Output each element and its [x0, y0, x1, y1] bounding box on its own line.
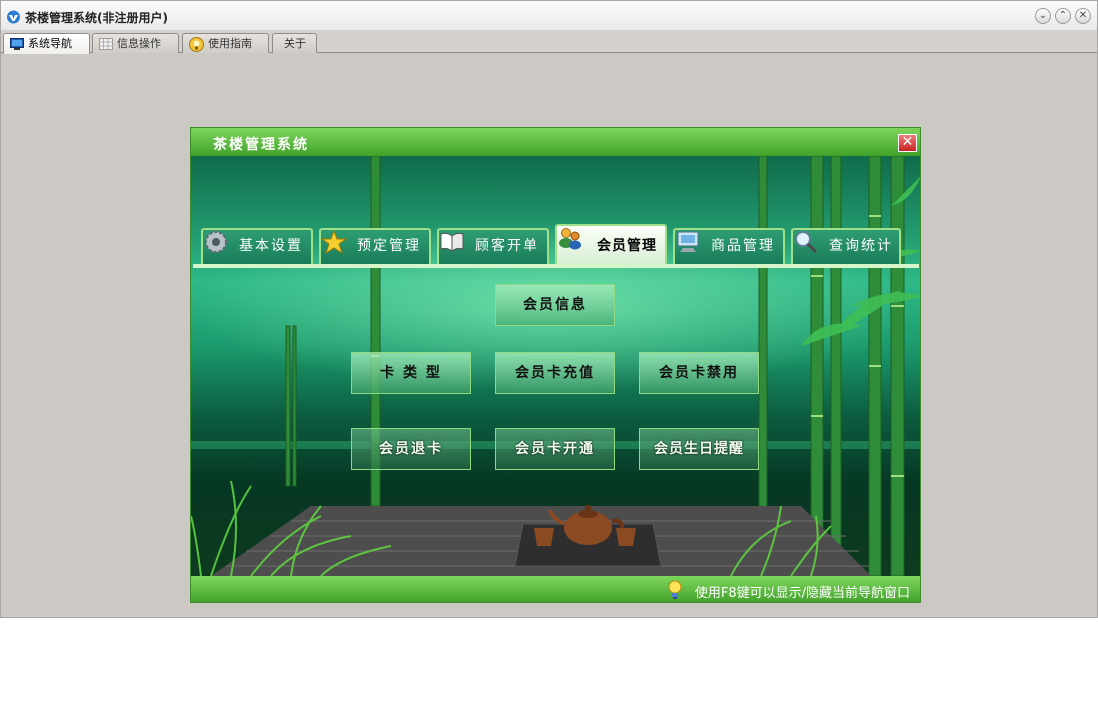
tab-underline: [193, 264, 919, 268]
bamboo-background: 基本设置 预定管理 顾客开单 会员管理 商品管理 查询统计 会员信息 卡 类 型…: [191, 156, 920, 576]
gear-icon: [205, 231, 227, 253]
close-button[interactable]: ✕: [1075, 8, 1091, 24]
title-bar: 茶楼管理系统(非注册用户) ⌄ ⌃ ✕: [1, 1, 1097, 31]
tab-label: 基本设置: [239, 238, 303, 254]
members-icon: [559, 228, 581, 250]
nav-window-title: 茶楼管理系统: [213, 137, 309, 153]
tab-basic-settings[interactable]: 基本设置: [201, 228, 313, 264]
tab-label: 会员管理: [597, 238, 657, 254]
nav-close-button[interactable]: ✕: [898, 134, 917, 152]
monitor-icon: [10, 38, 24, 50]
tab-label: 信息操作: [117, 37, 161, 50]
nav-status-bar: 使用F8键可以显示/隐藏当前导航窗口: [191, 576, 920, 602]
tab-member-mgmt[interactable]: 会员管理: [555, 224, 667, 264]
tab-label: 顾客开单: [475, 238, 539, 254]
card-type-button[interactable]: 卡 类 型: [351, 352, 471, 394]
app-logo-icon: [7, 10, 20, 24]
card-disable-button[interactable]: 会员卡禁用: [639, 352, 759, 394]
birthday-reminder-button[interactable]: 会员生日提醒: [639, 428, 759, 470]
book-icon: [440, 232, 464, 253]
tab-customer-order[interactable]: 顾客开单: [437, 228, 549, 264]
lightbulb-icon: [189, 36, 204, 52]
member-card-return-button[interactable]: 会员退卡: [351, 428, 471, 470]
tab-about[interactable]: 关于: [272, 33, 317, 53]
card-activate-button[interactable]: 会员卡开通: [495, 428, 615, 470]
tab-label: 查询统计: [829, 238, 893, 254]
chevron-up-icon: ⌃: [1058, 10, 1068, 21]
tab-label: 使用指南: [208, 37, 252, 50]
tab-system-nav[interactable]: 系统导航: [3, 33, 90, 54]
minimize-button[interactable]: ⌄: [1035, 8, 1051, 24]
magnifier-icon: [795, 231, 818, 254]
tab-query-stats[interactable]: 查询统计: [791, 228, 901, 264]
tab-info-ops[interactable]: 信息操作: [92, 33, 179, 53]
chevron-down-icon: ⌄: [1038, 10, 1048, 21]
tab-label: 预定管理: [357, 238, 421, 254]
member-info-button[interactable]: 会员信息: [495, 284, 615, 326]
tab-label: 系统导航: [28, 37, 72, 50]
star-icon: [321, 230, 347, 254]
tab-label: 关于: [284, 37, 306, 50]
computer-icon: [677, 231, 699, 252]
tab-label: 商品管理: [711, 238, 775, 254]
close-icon: ✕: [901, 134, 914, 150]
close-icon: ✕: [1078, 10, 1088, 21]
window-title: 茶楼管理系统(非注册用户): [25, 11, 168, 25]
navigation-window: 茶楼管理系统 ✕ 基本设置 预定管理 顾客开单 会员管理 商品管理 查询统计 会…: [190, 127, 921, 603]
app-window: 茶楼管理系统(非注册用户) ⌄ ⌃ ✕ 系统导航 信息操作 使用指南 关于 茶楼…: [0, 0, 1098, 618]
lightbulb-icon: [668, 580, 682, 599]
restore-button[interactable]: ⌃: [1055, 8, 1071, 24]
tab-reservation-mgmt[interactable]: 预定管理: [319, 228, 431, 264]
top-tab-strip: 系统导航 信息操作 使用指南 关于: [1, 31, 1097, 54]
card-recharge-button[interactable]: 会员卡充值: [495, 352, 615, 394]
tab-user-guide[interactable]: 使用指南: [182, 33, 269, 53]
grid-icon: [99, 38, 113, 50]
f8-hint-text: 使用F8键可以显示/隐藏当前导航窗口: [694, 586, 910, 601]
tab-product-mgmt[interactable]: 商品管理: [673, 228, 785, 264]
nav-title-bar: 茶楼管理系统 ✕: [191, 128, 920, 156]
